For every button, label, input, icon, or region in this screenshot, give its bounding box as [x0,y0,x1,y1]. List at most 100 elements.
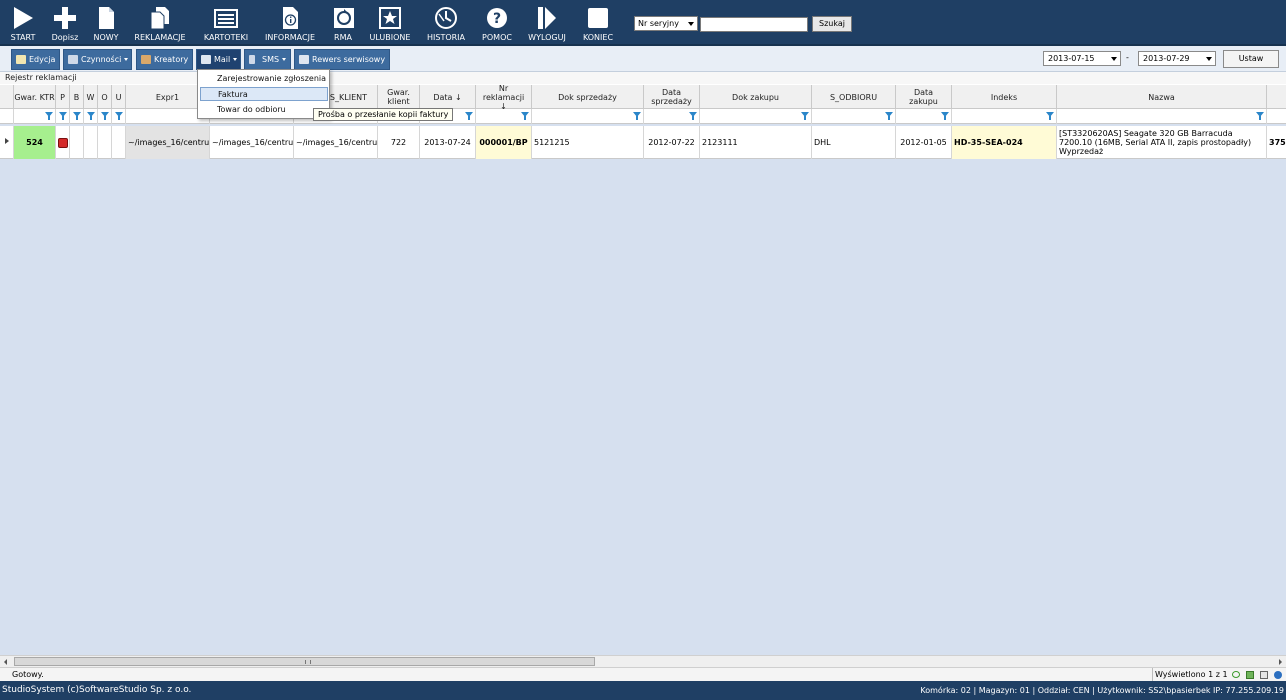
caret-down-icon [282,58,287,61]
envelope-icon [201,55,211,64]
filter-data-sprzedazy[interactable] [644,109,700,124]
grip-icon [305,660,311,664]
header-indeks[interactable]: Indeks [952,85,1057,109]
cell-gwar-ktr: 524 [14,126,56,159]
filter-cell [0,109,14,124]
czynnosci-button[interactable]: Czynności [63,49,132,70]
header-s-odbioru[interactable]: S_ODBIORU [812,85,896,109]
date-to-field[interactable]: 2013-07-29 [1138,51,1216,66]
star-icon [374,6,406,31]
cell-more: 375 [1267,126,1286,159]
plus-icon [49,6,81,31]
header-gwar-ktr[interactable]: Gwar. KTR [14,85,56,109]
reklamacje-button[interactable]: REKLAMACJE [132,6,188,44]
header-data-sprzedazy[interactable]: Data sprzedaży [644,85,700,109]
rma-button[interactable]: RMA [328,6,358,44]
ustaw-button[interactable]: Ustaw [1223,50,1279,68]
header-b[interactable]: B [70,85,84,109]
logout-icon [531,6,563,31]
filter-icon[interactable] [101,112,109,120]
row-pointer-icon [5,138,9,144]
filter-data-zakupu[interactable] [896,109,952,124]
header-o[interactable]: O [98,85,112,109]
koniec-button[interactable]: KONIEC [578,6,618,44]
filter-icon[interactable] [1256,112,1264,120]
scroll-left-icon[interactable] [4,659,7,665]
export-icon[interactable] [1246,671,1254,679]
filter-icon[interactable] [885,112,893,120]
edycja-button[interactable]: Edycja [11,49,60,70]
filter-s-odbioru[interactable] [812,109,896,124]
cell-s-klient: ~/images_16/centru [294,126,378,159]
filter-nr-reklamacji[interactable] [476,109,532,124]
header-gwar-klient[interactable]: Gwar. klient [378,85,420,109]
kreatory-button[interactable]: Kreatory [136,49,193,70]
filter-icon[interactable] [465,112,473,120]
search-button[interactable]: Szukaj [812,16,852,32]
filter-o[interactable] [98,109,112,124]
wyloguj-button[interactable]: WYLOGUJ [526,6,568,44]
help-icon[interactable] [1274,671,1282,679]
start-button[interactable]: START [6,6,40,44]
header-p[interactable]: P [56,85,70,109]
filter-icon[interactable] [941,112,949,120]
informacje-button[interactable]: INFORMACJE [262,6,318,44]
cell-data-sprzedazy: 2012-07-22 [644,126,700,159]
filter-nazwa[interactable] [1057,109,1267,124]
filter-b[interactable] [70,109,84,124]
filter-dok-sprzedazy[interactable] [532,109,644,124]
filter-u[interactable] [112,109,126,124]
header-dok-zakupu[interactable]: Dok zakupu [700,85,812,109]
filter-icon[interactable] [45,112,53,120]
filter-p[interactable] [56,109,70,124]
header-dok-sprzedazy[interactable]: Dok sprzedaży [532,85,644,109]
table-row[interactable]: 524 ~/images_16/centru ~/images_16/centr… [0,126,1286,159]
scrollbar-thumb[interactable] [14,657,595,666]
filter-icon[interactable] [59,112,67,120]
date-from-field[interactable]: 2013-07-15 [1043,51,1121,66]
filter-w[interactable] [84,109,98,124]
filter-indeks[interactable] [952,109,1057,124]
cell-expr1: ~/images_16/centru [126,126,210,159]
kartoteki-button[interactable]: KARTOTEKI [200,6,252,44]
menu-item-zarejestrowanie[interactable]: Zarejestrowanie zgłoszenia [200,72,328,86]
header-more[interactable] [1267,85,1286,109]
filter-icon[interactable] [633,112,641,120]
header-nr-reklamacji[interactable]: Nr reklamacji ↓ [476,85,532,111]
ulubione-button[interactable]: ULUBIONE [366,6,414,44]
filter-gwar-ktr[interactable] [14,109,56,124]
info-document-icon [274,6,306,31]
filter-icon[interactable] [87,112,95,120]
cell-hidden: ~/images_16/centru [210,126,294,159]
horizontal-scrollbar[interactable] [0,655,1286,667]
header-data[interactable]: Data ↓ [420,85,476,109]
search-input[interactable] [700,17,808,32]
menu-item-towar-do-odbioru[interactable]: Towar do odbioru [200,103,328,117]
row-selector[interactable] [0,126,14,159]
filter-icon[interactable] [73,112,81,120]
filter-dok-zakupu[interactable] [700,109,812,124]
nowy-button[interactable]: NOWY [90,6,122,44]
rewers-serwisowy-button[interactable]: Rewers serwisowy [294,49,390,70]
dopisz-button[interactable]: Dopisz [48,6,82,44]
scroll-right-icon[interactable] [1279,659,1282,665]
filter-icon[interactable] [801,112,809,120]
header-w[interactable]: W [84,85,98,109]
header-u[interactable]: U [112,85,126,109]
search-type-select[interactable]: Nr seryjny [634,16,698,31]
header-nazwa[interactable]: Nazwa [1057,85,1267,109]
filter-icon[interactable] [1046,112,1054,120]
refresh-icon[interactable] [1232,671,1240,678]
filter-icon[interactable] [521,112,529,120]
header-data-zakupu[interactable]: Data zakupu [896,85,952,109]
print-icon[interactable] [1260,671,1268,679]
mail-button[interactable]: Mail [196,49,241,70]
historia-button[interactable]: HISTORIA [422,6,470,44]
phone-icon [249,55,255,64]
filter-icon[interactable] [115,112,123,120]
pomoc-button[interactable]: ? POMOC [480,6,514,44]
menu-item-faktura[interactable]: Faktura [200,87,328,101]
sms-button[interactable]: SMS [244,49,291,70]
filter-more[interactable] [1267,109,1286,124]
filter-icon[interactable] [689,112,697,120]
